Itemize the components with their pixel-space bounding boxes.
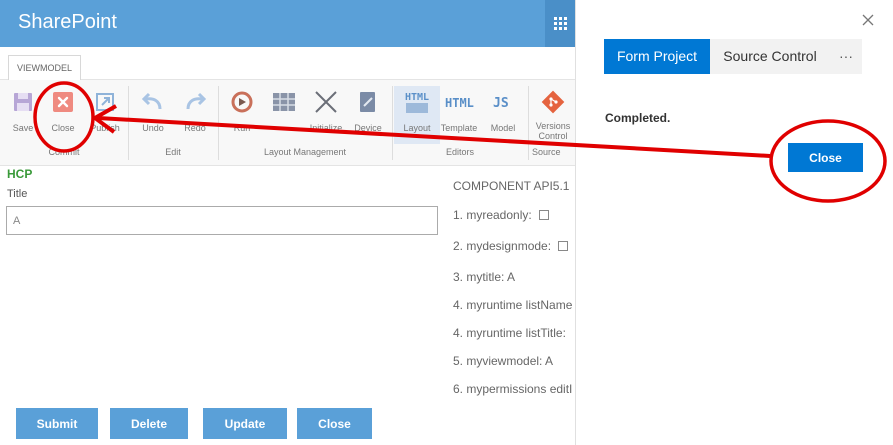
app-header: SharePoint [0, 0, 575, 47]
update-button[interactable]: Update [203, 408, 287, 439]
undo-icon [130, 86, 176, 118]
group-divider [528, 86, 529, 160]
model-editor-button[interactable]: JS Model [480, 86, 526, 133]
api-line-mytitle: 3. mytitle: A [453, 270, 516, 284]
api-line-mypermissions: 6. mypermissions editI [453, 382, 573, 396]
undo-button[interactable]: Undo [130, 86, 176, 133]
title-input[interactable] [6, 206, 438, 235]
api-line-myviewmodel: 5. myviewmodel: A [453, 354, 554, 368]
api-line-myreadonly: 1. myreadonly: [453, 208, 549, 222]
html-layout-icon: HTML [394, 86, 440, 118]
panel-close-button[interactable]: Close [788, 143, 863, 172]
api-line-listtitle: 4. myruntime listTitle: [453, 326, 566, 340]
svg-text:HTML: HTML [445, 96, 474, 110]
grid-button[interactable] [261, 86, 307, 118]
form-close-button[interactable]: Close [297, 408, 372, 439]
publish-icon [82, 86, 128, 118]
run-button[interactable]: Run [219, 86, 265, 133]
tab-strip: VIEWMODEL [0, 47, 575, 81]
api-line-mydesignmode: 2. mydesignmode: [453, 239, 569, 253]
side-panel: Form Project Source Control ··· Complete… [575, 0, 893, 445]
template-editor-button[interactable]: HTML Template [436, 86, 482, 133]
app-launcher-button[interactable] [545, 0, 575, 47]
versions-control-button[interactable]: Versions Control [530, 86, 576, 141]
svg-text:HTML: HTML [405, 92, 429, 103]
mydesignmode-checkbox[interactable] [558, 241, 569, 251]
title-label: Title [7, 188, 28, 200]
js-icon: JS [480, 86, 526, 118]
submit-button[interactable]: Submit [16, 408, 98, 439]
group-label-editors: Editors [445, 147, 474, 157]
html-template-icon: HTML [436, 86, 482, 118]
close-icon[interactable] [859, 11, 877, 29]
close-icon [40, 86, 86, 118]
group-label-edit: Edit [165, 147, 181, 157]
group-label-layout: Layout Management [263, 147, 347, 157]
run-icon [219, 86, 265, 118]
publish-button[interactable]: Publish [82, 86, 128, 133]
tab-source-control[interactable]: Source Control [710, 39, 830, 74]
grid-icon [261, 86, 307, 118]
initialize-button[interactable]: Initialize [303, 86, 349, 133]
group-label-commit: Commit [48, 147, 80, 157]
tab-viewmodel[interactable]: VIEWMODEL [8, 55, 82, 81]
component-heading: COMPONENT API5.1 [453, 179, 570, 193]
tab-form-project[interactable]: Form Project [604, 39, 710, 74]
more-tabs-button[interactable]: ··· [830, 39, 862, 74]
redo-icon [172, 86, 218, 118]
layout-editor-button[interactable]: HTML Layout [394, 86, 440, 144]
cross-icon [303, 86, 349, 118]
app-title: SharePoint [18, 11, 117, 33]
redo-button[interactable]: Redo [172, 86, 218, 133]
myreadonly-checkbox[interactable] [538, 210, 549, 220]
delete-button[interactable]: Delete [110, 408, 188, 439]
api-line-listname: 4. myruntime listName [453, 298, 573, 312]
device-icon [345, 86, 391, 118]
svg-text:JS: JS [493, 96, 509, 111]
device-button[interactable]: Device [345, 86, 391, 133]
ribbon-toolbar: Save Close Publish Commit Undo Redo Edit… [0, 80, 575, 166]
close-button[interactable]: Close [40, 86, 86, 133]
waffle-icon [553, 17, 567, 30]
section-heading: HCP [7, 167, 33, 181]
status-message: Completed. [605, 111, 671, 125]
git-icon [530, 86, 576, 118]
